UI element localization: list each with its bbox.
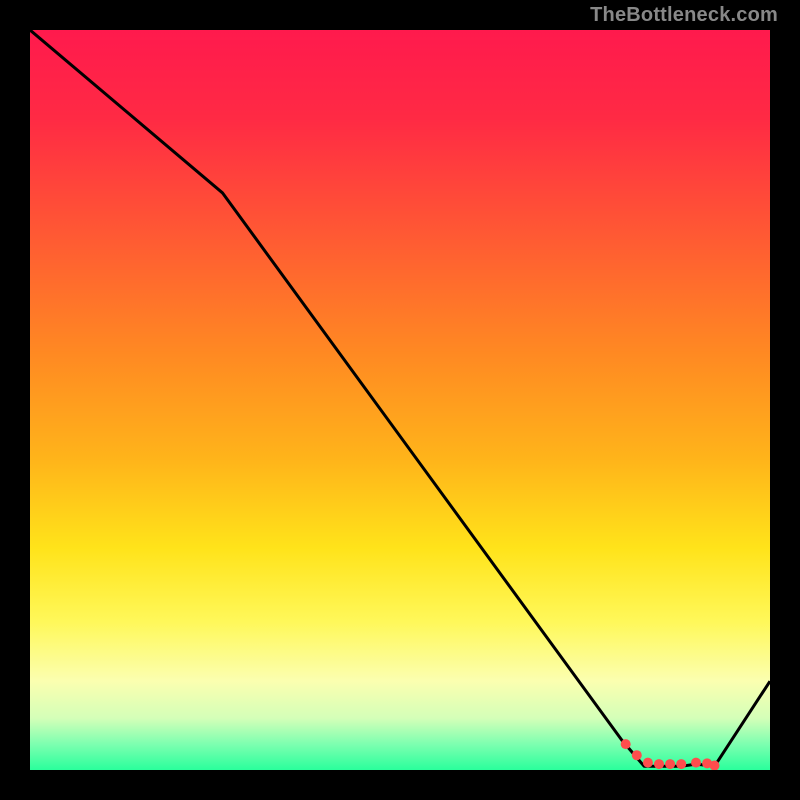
- watermark-text: TheBottleneck.com: [590, 4, 778, 27]
- data-point: [643, 758, 653, 768]
- data-point: [654, 759, 664, 769]
- data-point: [676, 759, 686, 769]
- chart-svg: [30, 30, 770, 770]
- plot-area: [30, 30, 770, 770]
- data-point: [691, 758, 701, 768]
- gradient-background: [30, 30, 770, 770]
- data-point: [621, 739, 631, 749]
- data-point: [632, 750, 642, 760]
- data-point: [665, 759, 675, 769]
- chart-frame: TheBottleneck.com: [0, 0, 800, 800]
